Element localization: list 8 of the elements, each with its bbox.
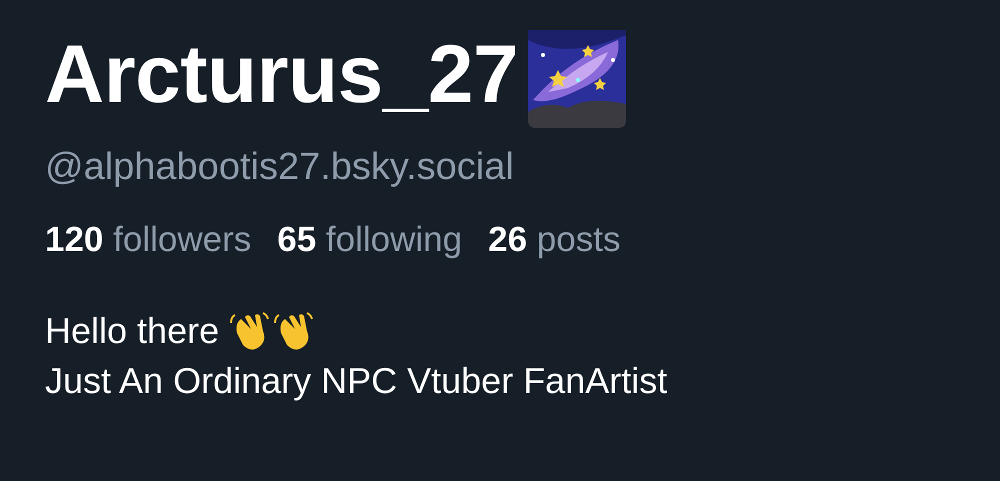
profile-stat[interactable]: 65 following (277, 218, 462, 262)
milky-way-icon (528, 30, 626, 128)
profile-stat[interactable]: 26 posts (488, 218, 620, 262)
profile-stat[interactable]: 120 followers (45, 218, 252, 262)
bio-text: Just An Ordinary NPC Vtuber FanArtist (45, 359, 668, 403)
user-handle: @alphabootis27.bsky.social (45, 145, 515, 190)
display-name: Arcturus_27 (45, 28, 518, 122)
bio-text: Hello there (45, 309, 220, 353)
